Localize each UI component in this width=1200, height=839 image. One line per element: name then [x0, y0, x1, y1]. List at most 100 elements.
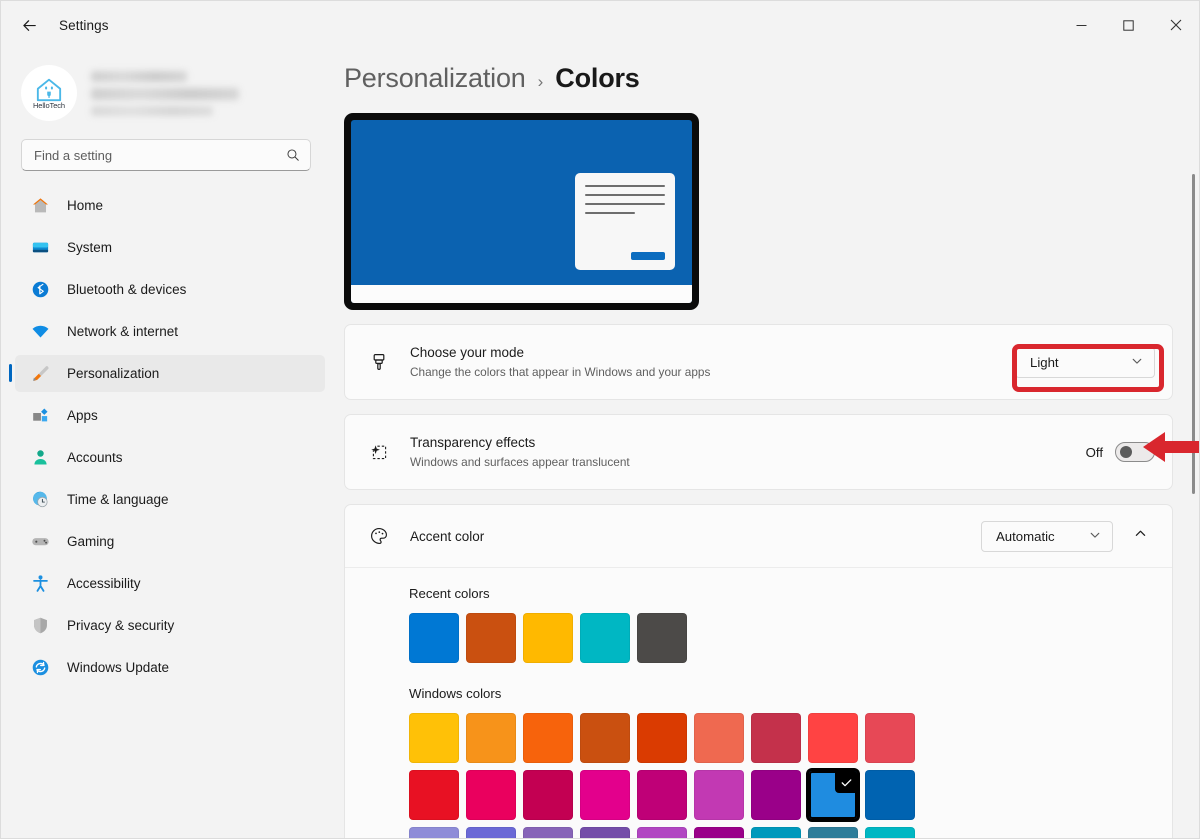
windows-color-swatch[interactable]	[865, 713, 915, 763]
sidebar-item-label: System	[67, 240, 113, 255]
search-icon[interactable]	[286, 148, 300, 162]
account-detail-blurred	[91, 105, 213, 116]
sidebar-item-label: Gaming	[67, 534, 115, 549]
windows-colors-swatches	[409, 713, 1153, 838]
search-container	[1, 129, 331, 171]
accent-color-title: Accent color	[410, 528, 485, 544]
preview-text-line	[585, 212, 635, 214]
windows-color-swatch[interactable]	[865, 827, 915, 838]
windows-colors-label: Windows colors	[409, 686, 502, 701]
sidebar-item-home[interactable]: Home	[15, 187, 325, 224]
accent-color-text: Accent color	[410, 527, 981, 546]
recent-colors-label: Recent colors	[409, 586, 490, 601]
windows-color-swatch[interactable]	[694, 770, 744, 820]
chevron-up-icon	[1134, 527, 1147, 545]
recent-color-swatch[interactable]	[466, 613, 516, 663]
windows-color-swatch[interactable]	[409, 827, 459, 838]
accent-mode-dropdown[interactable]: Automatic	[981, 520, 1113, 552]
close-button[interactable]	[1152, 1, 1199, 49]
windows-color-swatch[interactable]	[409, 770, 459, 820]
back-button[interactable]	[13, 9, 45, 41]
sidebar-item-accounts[interactable]: Accounts	[15, 439, 325, 476]
breadcrumb-parent[interactable]: Personalization	[344, 63, 526, 94]
sidebar-item-label: Accounts	[67, 450, 123, 465]
sidebar-item-personalization[interactable]: Personalization	[9, 355, 325, 392]
windows-color-swatch[interactable]	[409, 713, 459, 763]
transparency-state-label: Off	[1085, 444, 1103, 460]
preview-text-line	[585, 203, 665, 205]
paintbrush-icon	[29, 363, 51, 385]
hellotech-house-logo-icon	[36, 78, 62, 101]
settings-window: Settings HelloTech Find a setting Home S…	[0, 0, 1200, 839]
windows-color-swatch[interactable]	[523, 827, 573, 838]
windows-color-swatch[interactable]	[694, 827, 744, 838]
sidebar-item-label: Windows Update	[67, 660, 170, 675]
preview-desktop	[351, 120, 692, 303]
windows-color-swatch[interactable]	[466, 713, 516, 763]
windows-color-swatch[interactable]	[751, 713, 801, 763]
sidebar-item-gaming[interactable]: Gaming	[15, 523, 325, 560]
transparency-sparkle-icon	[364, 442, 394, 462]
windows-color-swatch-selected[interactable]	[808, 770, 858, 820]
choose-mode-row[interactable]: Choose your mode Change the colors that …	[345, 325, 1172, 399]
recent-color-swatch[interactable]	[409, 613, 459, 663]
maximize-button[interactable]	[1105, 1, 1152, 49]
window-controls	[1058, 1, 1199, 49]
windows-color-swatch[interactable]	[523, 713, 573, 763]
accent-expander-button[interactable]	[1125, 521, 1155, 551]
sidebar-item-label: Bluetooth & devices	[67, 282, 187, 297]
recent-color-swatch[interactable]	[523, 613, 573, 663]
windows-color-swatch[interactable]	[808, 713, 858, 763]
clock-globe-icon	[29, 489, 51, 511]
sidebar-item-bluetooth[interactable]: Bluetooth & devices	[15, 271, 325, 308]
windows-color-swatch[interactable]	[580, 827, 630, 838]
gamepad-icon	[29, 531, 51, 553]
windows-color-swatch[interactable]	[523, 770, 573, 820]
account-name-blurred	[91, 70, 187, 82]
mode-dropdown-value: Light	[1030, 354, 1059, 370]
sidebar-item-time-language[interactable]: Time & language	[15, 481, 325, 518]
windows-color-swatch[interactable]	[637, 770, 687, 820]
windows-color-swatch[interactable]	[466, 770, 516, 820]
apps-icon	[29, 405, 51, 427]
choose-mode-controls: Light	[1015, 346, 1155, 378]
windows-color-swatch[interactable]	[580, 713, 630, 763]
recent-color-swatch[interactable]	[580, 613, 630, 663]
avatar-brand-label: HelloTech	[32, 100, 66, 110]
transparency-toggle[interactable]	[1115, 442, 1155, 462]
windows-color-swatch[interactable]	[637, 713, 687, 763]
account-block[interactable]: HelloTech	[1, 57, 331, 129]
sidebar: HelloTech Find a setting Home System Blu…	[1, 49, 331, 838]
accent-color-row[interactable]: Accent color Automatic	[345, 505, 1172, 567]
checkmark-icon	[835, 771, 857, 793]
accent-color-controls: Automatic	[981, 520, 1155, 552]
bluetooth-icon	[29, 279, 51, 301]
windows-color-swatch[interactable]	[580, 770, 630, 820]
minimize-button[interactable]	[1058, 1, 1105, 49]
search-input[interactable]	[34, 147, 286, 163]
recent-color-swatch[interactable]	[637, 613, 687, 663]
sidebar-item-windows-update[interactable]: Windows Update	[15, 649, 325, 686]
search-box[interactable]	[21, 139, 311, 171]
navigation-list: Home System Bluetooth & devices Network …	[1, 187, 331, 686]
windows-color-swatch[interactable]	[751, 827, 801, 838]
windows-color-swatch[interactable]	[751, 770, 801, 820]
windows-color-swatch[interactable]	[808, 827, 858, 838]
sidebar-item-label: Network & internet	[67, 324, 179, 339]
main-content: Personalization › Colors Choose your mod…	[331, 49, 1199, 838]
transparency-title: Transparency effects	[410, 435, 536, 450]
sidebar-item-apps[interactable]: Apps	[15, 397, 325, 434]
vertical-scrollbar[interactable]	[1192, 174, 1195, 494]
choose-mode-subtitle: Change the colors that appear in Windows…	[410, 365, 711, 379]
sidebar-item-privacy-security[interactable]: Privacy & security	[15, 607, 325, 644]
sidebar-item-system[interactable]: System	[15, 229, 325, 266]
windows-color-swatch[interactable]	[865, 770, 915, 820]
transparency-row[interactable]: Transparency effects Windows and surface…	[345, 415, 1172, 489]
mode-dropdown[interactable]: Light	[1015, 346, 1155, 378]
windows-color-swatch[interactable]	[466, 827, 516, 838]
windows-color-swatch[interactable]	[637, 827, 687, 838]
preview-text-line	[585, 194, 665, 196]
sidebar-item-network[interactable]: Network & internet	[15, 313, 325, 350]
sidebar-item-accessibility[interactable]: Accessibility	[15, 565, 325, 602]
windows-color-swatch[interactable]	[694, 713, 744, 763]
